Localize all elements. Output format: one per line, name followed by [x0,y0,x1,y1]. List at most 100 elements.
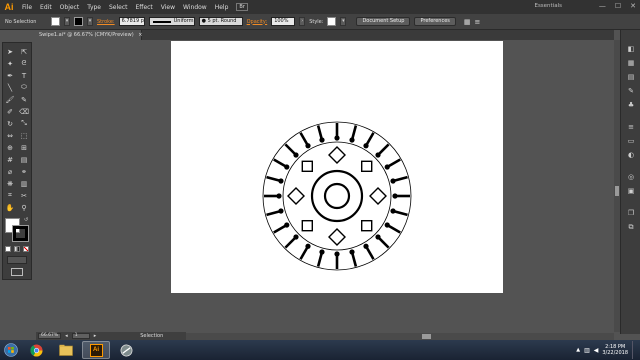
color-mode-icon[interactable] [5,246,11,252]
draw-mode-icon[interactable] [7,256,27,264]
menu-select[interactable]: Select [105,4,132,11]
document-tab[interactable]: Swipe1.ai* @ 66.67% (CMYK/Preview) × [36,30,142,40]
color-guide-icon[interactable]: ▦ [625,58,637,69]
vertical-scroll-thumb[interactable] [615,186,619,196]
start-button[interactable] [0,340,22,360]
perspective-grid-tool-icon[interactable]: ⊞ [18,142,30,153]
horizontal-scrollbar[interactable] [186,333,614,340]
style-dropdown[interactable]: ▾ [340,17,347,26]
graphic-styles-panel-icon[interactable]: ▣ [625,186,637,197]
close-button[interactable]: ✕ [630,2,636,10]
stroke-weight-field[interactable]: 6.7819 p [118,17,145,26]
artboard-number-field[interactable]: 1 [71,333,90,339]
zoom-field[interactable]: 66.67% [38,333,62,339]
bridge-icon[interactable]: Br [236,3,248,11]
artboards-panel-icon[interactable]: ⧉ [625,222,637,233]
pen-tool-icon[interactable]: ✒ [4,70,16,81]
rotate-tool-icon[interactable]: ↻ [4,118,16,129]
blob-brush-tool-icon[interactable]: ✐ [4,106,16,117]
radial-pin-dot [278,178,284,184]
network-icon[interactable]: ▥ [584,347,590,354]
stroke-panel-icon[interactable]: ≡ [625,122,637,133]
taskbar-chrome[interactable] [22,341,50,359]
ellipse-tool-icon[interactable]: ⬭ [18,82,30,93]
shape-builder-tool-icon[interactable]: ⊕ [4,142,16,153]
panel-menu-icon[interactable]: ≡ [475,18,481,26]
free-transform-tool-icon[interactable]: ⬚ [18,130,30,141]
fill-dropdown[interactable]: ▾ [64,17,70,26]
workspace-switcher[interactable]: Essentials [534,3,562,9]
stroke-swatch[interactable] [74,17,83,26]
menu-view[interactable]: View [157,4,179,11]
transparency-panel-icon[interactable]: ◐ [625,150,637,161]
width-tool-icon[interactable]: ⇔ [4,130,16,141]
arrange-icon[interactable]: ▦ [464,18,471,26]
zoom-tool-icon[interactable]: ⚲ [18,202,30,213]
variable-width-profile[interactable]: Uniform [148,17,195,26]
hand-tool-icon[interactable]: ✋ [4,202,16,213]
type-tool-icon[interactable]: T [18,70,30,81]
mesh-tool-icon[interactable]: # [4,154,16,165]
line-tool-icon[interactable]: ╲ [4,82,16,93]
show-hidden-icons[interactable]: ▲ [576,347,580,353]
stroke-dropdown[interactable]: ▾ [87,17,93,26]
taskbar-explorer[interactable] [52,341,80,359]
opacity-field[interactable]: 100% [271,17,296,26]
style-swatch[interactable] [327,17,337,26]
menu-help[interactable]: Help [211,4,233,11]
swatches-panel-icon[interactable]: ▤ [625,72,637,83]
blend-tool-icon[interactable]: ⚭ [18,166,30,177]
symbol-sprayer-tool-icon[interactable]: ❋ [4,178,16,189]
menu-effect[interactable]: Effect [132,4,157,11]
stroke-color-box[interactable] [12,225,29,242]
swap-colors-icon[interactable]: ↺ [24,217,28,223]
artboard-tool-icon[interactable]: ⌗ [4,190,16,201]
opacity-label[interactable]: Opacity: [247,19,268,25]
scale-tool-icon[interactable]: ⤡ [18,118,30,129]
taskbar-illustrator[interactable]: Ai [82,341,110,359]
appearance-panel-icon[interactable]: ◎ [625,172,637,183]
volume-icon[interactable]: ◀ [594,347,599,354]
symbols-panel-icon[interactable]: ♣ [625,100,637,111]
canvas-area[interactable] [36,40,614,332]
paintbrush-tool-icon[interactable]: 🖌 [4,94,16,105]
selection-tool-icon[interactable]: ➤ [4,46,16,57]
opacity-arrow[interactable]: › [299,17,306,26]
eyedropper-tool-icon[interactable]: ⌀ [4,166,16,177]
show-desktop-button[interactable] [632,341,636,359]
menu-type[interactable]: Type [83,4,105,11]
pencil-tool-icon[interactable]: ✎ [18,94,30,105]
color-panel-icon[interactable]: ◧ [625,44,637,55]
column-graph-tool-icon[interactable]: ▥ [18,178,30,189]
layers-panel-icon[interactable]: ❐ [625,208,637,219]
maximize-button[interactable]: ☐ [615,2,621,10]
gradient-panel-icon[interactable]: ▭ [625,136,637,147]
menu-edit[interactable]: Edit [36,4,56,11]
eraser-tool-icon[interactable]: ⌫ [18,106,30,117]
gradient-tool-icon[interactable]: ▤ [18,154,30,165]
menu-object[interactable]: Object [56,4,84,11]
preferences-button[interactable]: Preferences [414,17,456,26]
slice-tool-icon[interactable]: ✂ [18,190,30,201]
artboard[interactable] [171,41,503,293]
magic-wand-tool-icon[interactable]: ✦ [4,58,16,69]
close-tab-icon[interactable]: × [138,32,142,38]
brushes-panel-icon[interactable]: ✎ [625,86,637,97]
system-clock[interactable]: 2:18 PM 3/22/2018 [602,344,628,356]
brush-definition[interactable]: ● 5 pt. Round [198,17,243,26]
stroke-label[interactable]: Stroke: [97,19,115,25]
taskbar-utility[interactable] [112,341,140,359]
horizontal-scroll-thumb[interactable] [422,334,431,339]
minimize-button[interactable]: — [599,2,606,10]
next-artboard-icon[interactable]: ▸ [94,333,97,339]
gradient-mode-icon[interactable] [14,246,20,252]
prev-artboard-icon[interactable]: ◂ [65,333,68,339]
direct-selection-tool-icon[interactable]: ⇱ [18,46,30,57]
fill-swatch[interactable] [51,17,60,26]
menu-window[interactable]: Window [179,4,211,11]
none-mode-icon[interactable] [23,246,29,252]
document-setup-button[interactable]: Document Setup [356,17,411,26]
lasso-tool-icon[interactable]: ᘓ [18,58,30,69]
screen-mode-icon[interactable] [11,268,23,276]
menu-file[interactable]: File [18,4,36,11]
